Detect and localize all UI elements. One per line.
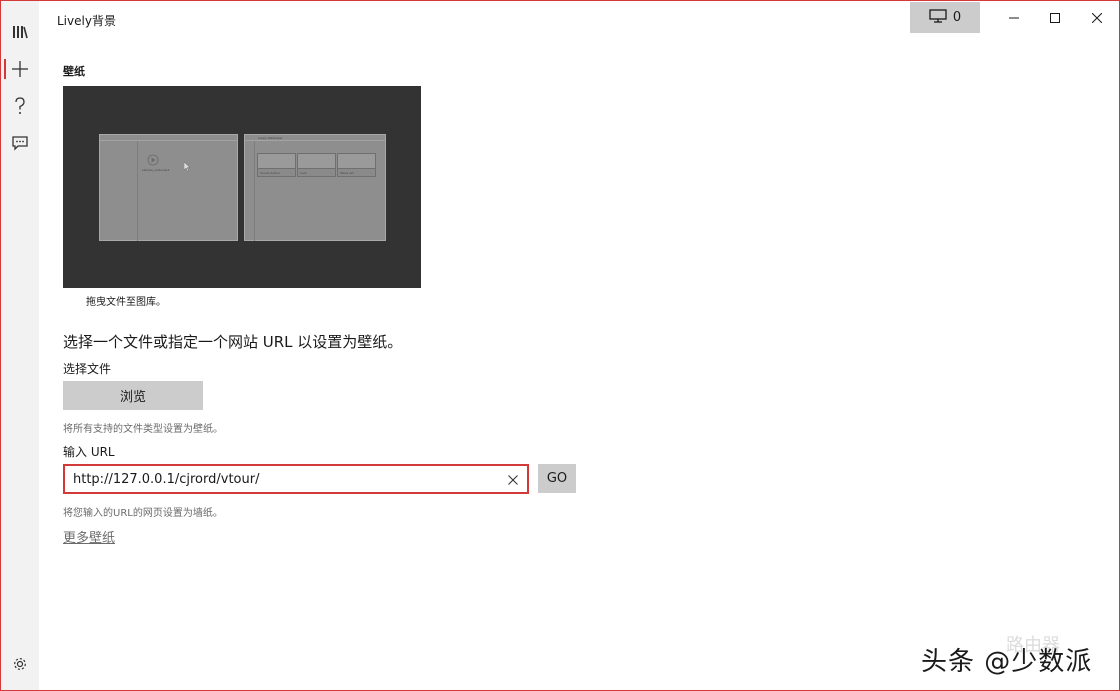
preview-lively-window: Lively Wallpaper Sound Action Lock Wave … xyxy=(244,134,386,241)
preview-tile-label: Lock xyxy=(300,171,307,175)
close-icon xyxy=(508,470,518,489)
more-wallpapers-link[interactable]: 更多壁纸 xyxy=(63,527,115,546)
nav-settings-button[interactable] xyxy=(1,646,39,682)
maximize-button[interactable] xyxy=(1032,2,1078,33)
monitor-icon xyxy=(929,8,947,27)
watermark: 头条 @少数派 xyxy=(921,647,1093,677)
maximize-icon xyxy=(1050,8,1060,27)
preview-cursor-icon xyxy=(183,157,191,176)
url-hint: 将您输入的URL的网页设置为墙纸。 xyxy=(63,508,223,519)
preview-explorer-divider xyxy=(137,141,138,241)
preview-tile: Sound Action xyxy=(257,153,296,177)
preview-lively-title: Lively Wallpaper xyxy=(258,136,283,140)
app-window: Lively背景 0 壁纸 sample_videomp4 Lively Wal… xyxy=(0,0,1120,691)
preview-tile: Lock xyxy=(297,153,336,177)
question-icon xyxy=(14,97,26,115)
close-button[interactable] xyxy=(1074,2,1120,33)
url-field-box xyxy=(63,464,529,494)
clear-url-button[interactable] xyxy=(499,466,527,492)
preview-explorer-titlebar xyxy=(100,135,237,141)
browse-button[interactable]: 浏览 xyxy=(63,381,203,410)
app-title: Lively背景 xyxy=(57,14,116,28)
preview-tile-label: Wave Art xyxy=(340,171,354,175)
url-label: 输入 URL xyxy=(63,445,115,459)
nav-active-indicator xyxy=(4,59,6,79)
nav-add-button[interactable] xyxy=(1,51,39,87)
monitor-count: 0 xyxy=(952,10,962,25)
minimize-button[interactable] xyxy=(991,2,1037,33)
preview-tile: Wave Art xyxy=(337,153,376,177)
gear-icon xyxy=(12,656,28,672)
preview-explorer-window: sample_videomp4 xyxy=(99,134,238,241)
monitor-button[interactable]: 0 xyxy=(910,2,980,33)
nav-feedback-button[interactable] xyxy=(1,125,39,161)
preview-lively-divider xyxy=(254,141,255,241)
nav-library-button[interactable] xyxy=(1,14,39,50)
url-input[interactable] xyxy=(65,466,499,492)
plus-icon xyxy=(11,60,29,78)
wallpaper-section-title: 壁纸 xyxy=(63,65,85,78)
browse-hint: 将所有支持的文件类型设置为壁纸。 xyxy=(63,424,223,435)
nav-help-button[interactable] xyxy=(1,88,39,124)
chat-icon xyxy=(12,135,28,151)
library-icon xyxy=(12,25,28,39)
page-heading: 选择一个文件或指定一个网站 URL 以设置为壁纸。 xyxy=(63,333,403,351)
choose-file-label: 选择文件 xyxy=(63,362,112,376)
drag-drop-preview: sample_videomp4 Lively Wallpaper Sound A… xyxy=(63,86,421,288)
go-button[interactable]: GO xyxy=(538,464,576,493)
nav-rail xyxy=(1,1,39,690)
close-icon xyxy=(1091,8,1103,27)
preview-caption: 拖曳文件至图库。 xyxy=(86,297,166,308)
minimize-icon xyxy=(1009,8,1019,27)
preview-file-label: sample_videomp4 xyxy=(142,168,170,172)
preview-tile-label: Sound Action xyxy=(260,171,280,175)
